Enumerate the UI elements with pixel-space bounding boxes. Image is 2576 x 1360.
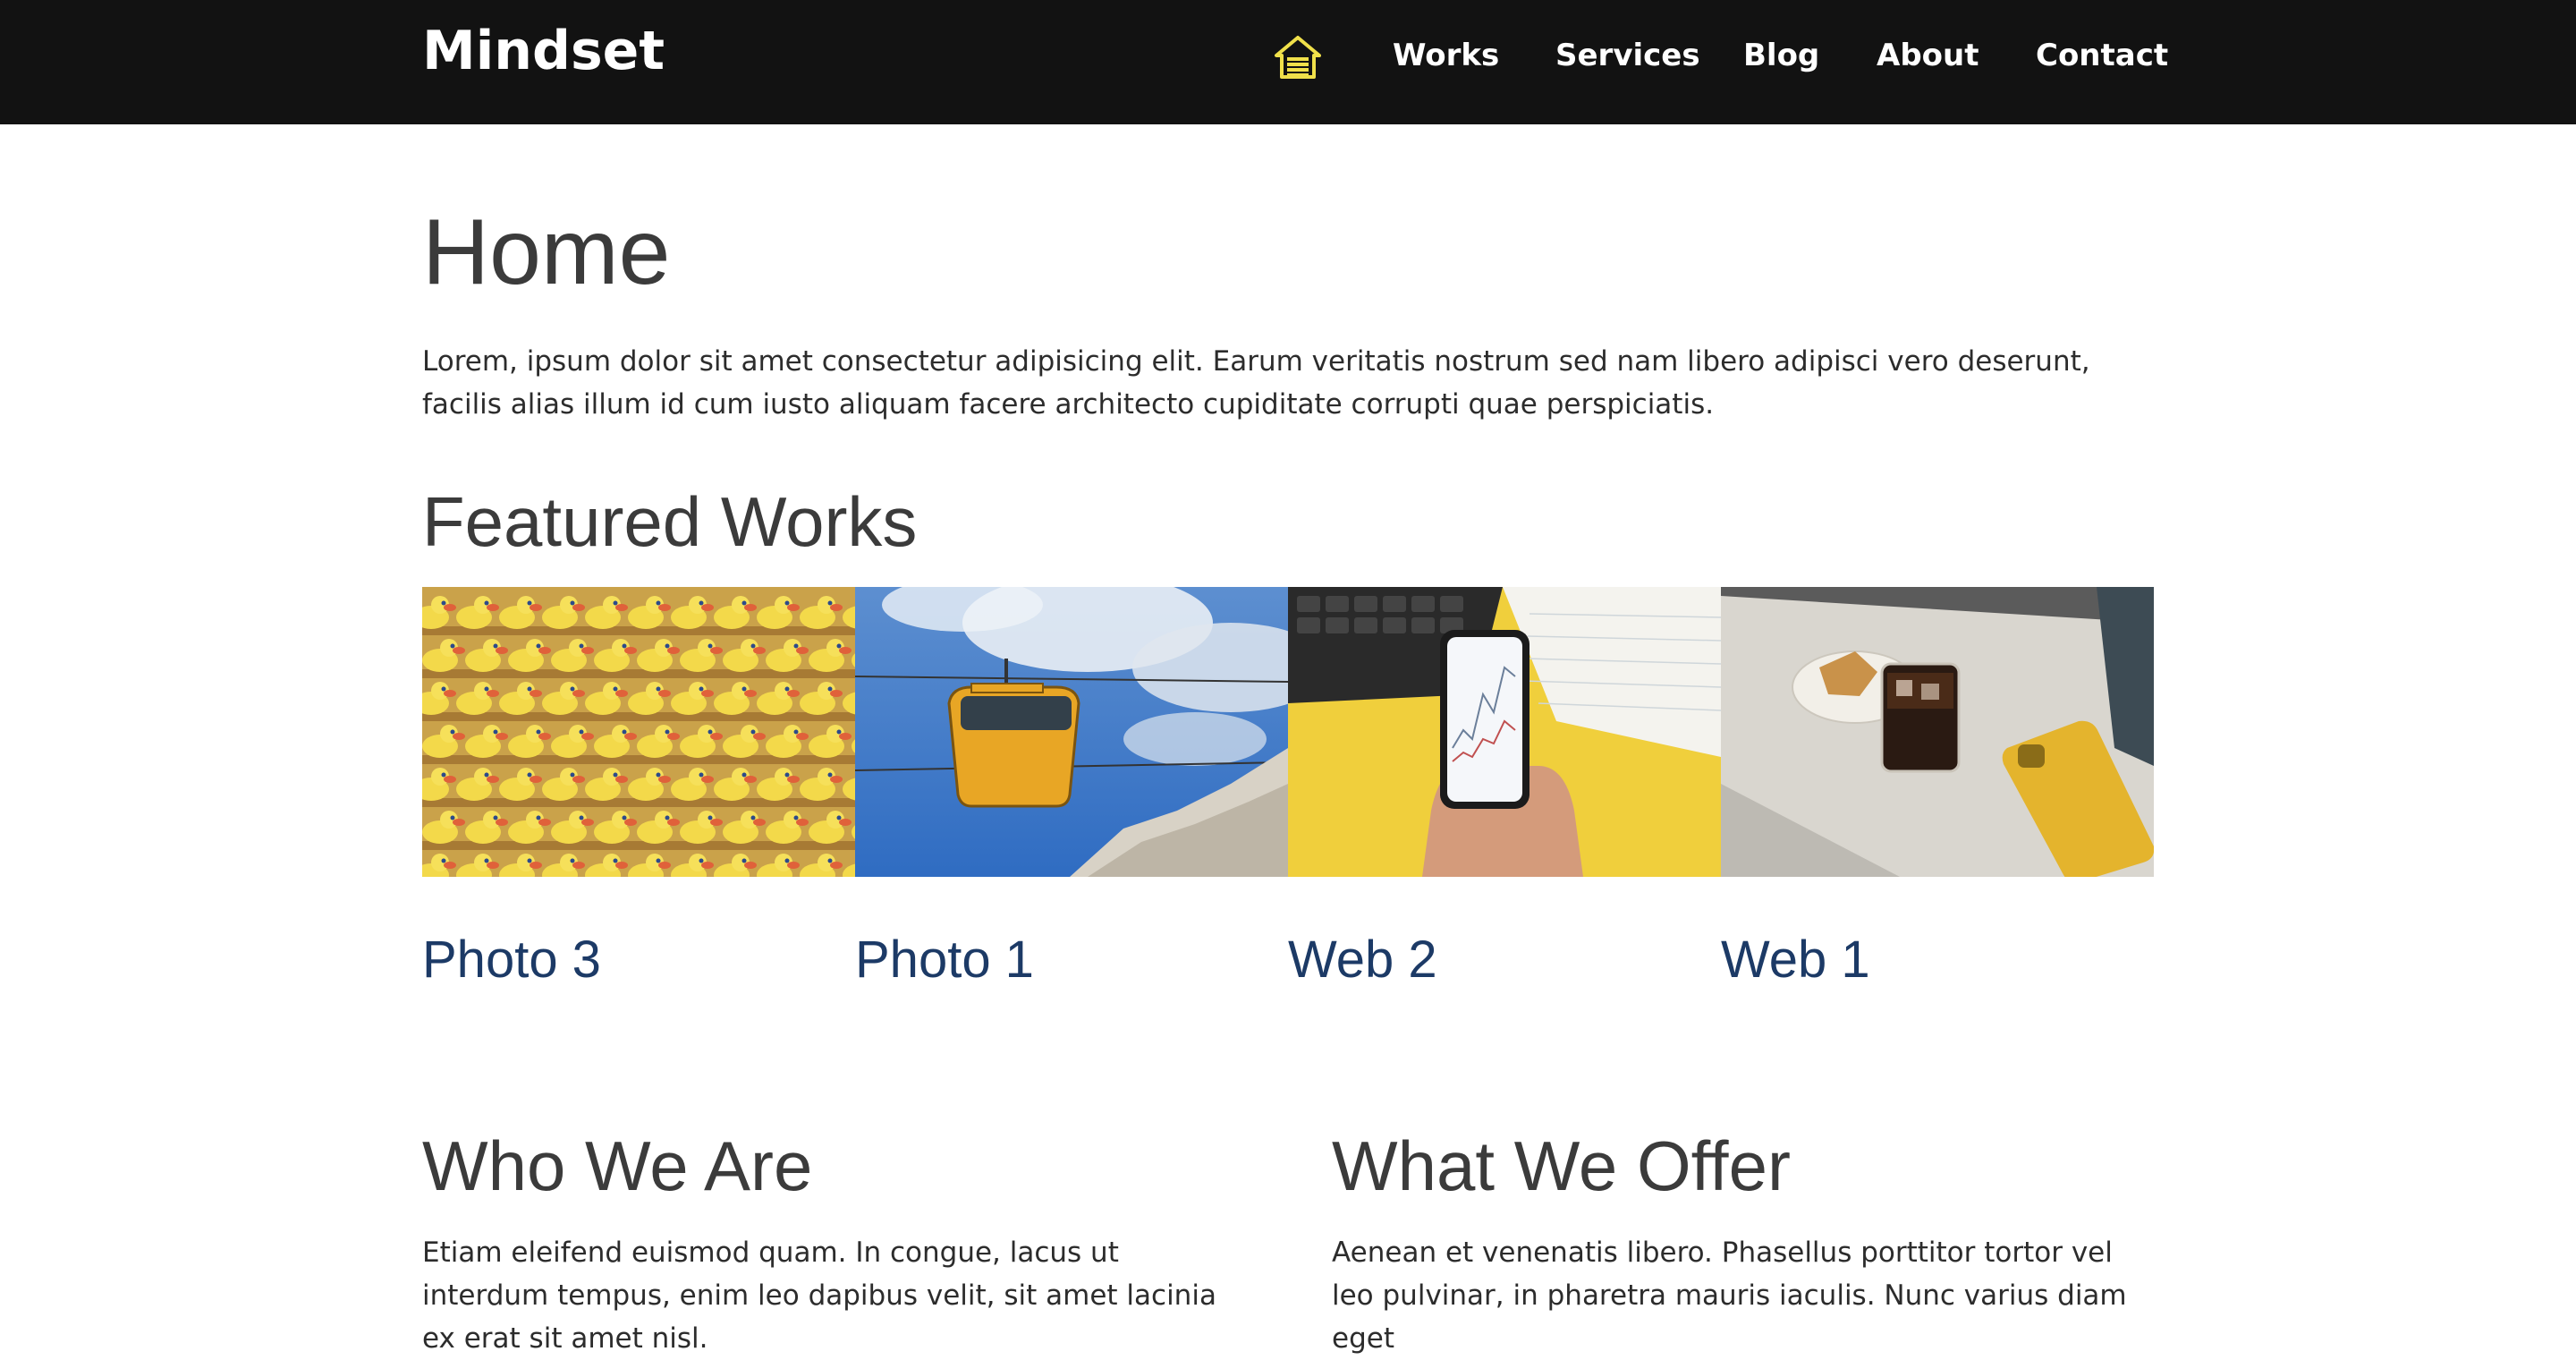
work-image-web-1[interactable] [1721,587,2154,877]
work-title-web-2[interactable]: Web 2 [1288,929,1437,991]
phone-chart-photo [1288,587,1721,877]
rubber-ducks-photo [422,587,855,877]
work-title-photo-1[interactable]: Photo 1 [855,929,1034,991]
site-header: Mindset Works Services Blog About Contac… [0,0,2576,124]
cable-car-photo [855,587,1288,877]
featured-works-gallery [422,587,2154,877]
who-we-are-text: Etiam eleifend euismod quam. In congue, … [422,1237,1216,1355]
what-we-offer-text: Aenean et venenatis libero. Phasellus po… [1332,1237,2127,1355]
what-we-offer-heading: What We Offer [1332,1126,1791,1205]
nav-about[interactable]: About [1877,34,1979,77]
work-title-photo-3[interactable]: Photo 3 [422,929,601,991]
intro-text: Lorem, ipsum dolor sit amet consectetur … [422,345,2090,421]
work-title-web-1[interactable]: Web 1 [1721,929,1870,991]
who-we-are-heading: Who We Are [422,1126,813,1205]
work-image-web-2[interactable] [1288,587,1721,877]
nav-contact[interactable]: Contact [2036,34,2168,77]
featured-works-heading: Featured Works [422,482,918,561]
nav-home-link[interactable] [1275,34,1321,81]
nav-blog[interactable]: Blog [1743,34,1819,77]
page-title: Home [422,200,671,304]
home-icon [1275,36,1321,79]
coffee-phone-photo [1721,587,2154,877]
nav-services[interactable]: Services [1555,34,1700,77]
work-image-photo-3[interactable] [422,587,855,877]
work-image-photo-1[interactable] [855,587,1288,877]
brand-logo[interactable]: Mindset [422,20,665,82]
nav-works[interactable]: Works [1393,34,1499,77]
